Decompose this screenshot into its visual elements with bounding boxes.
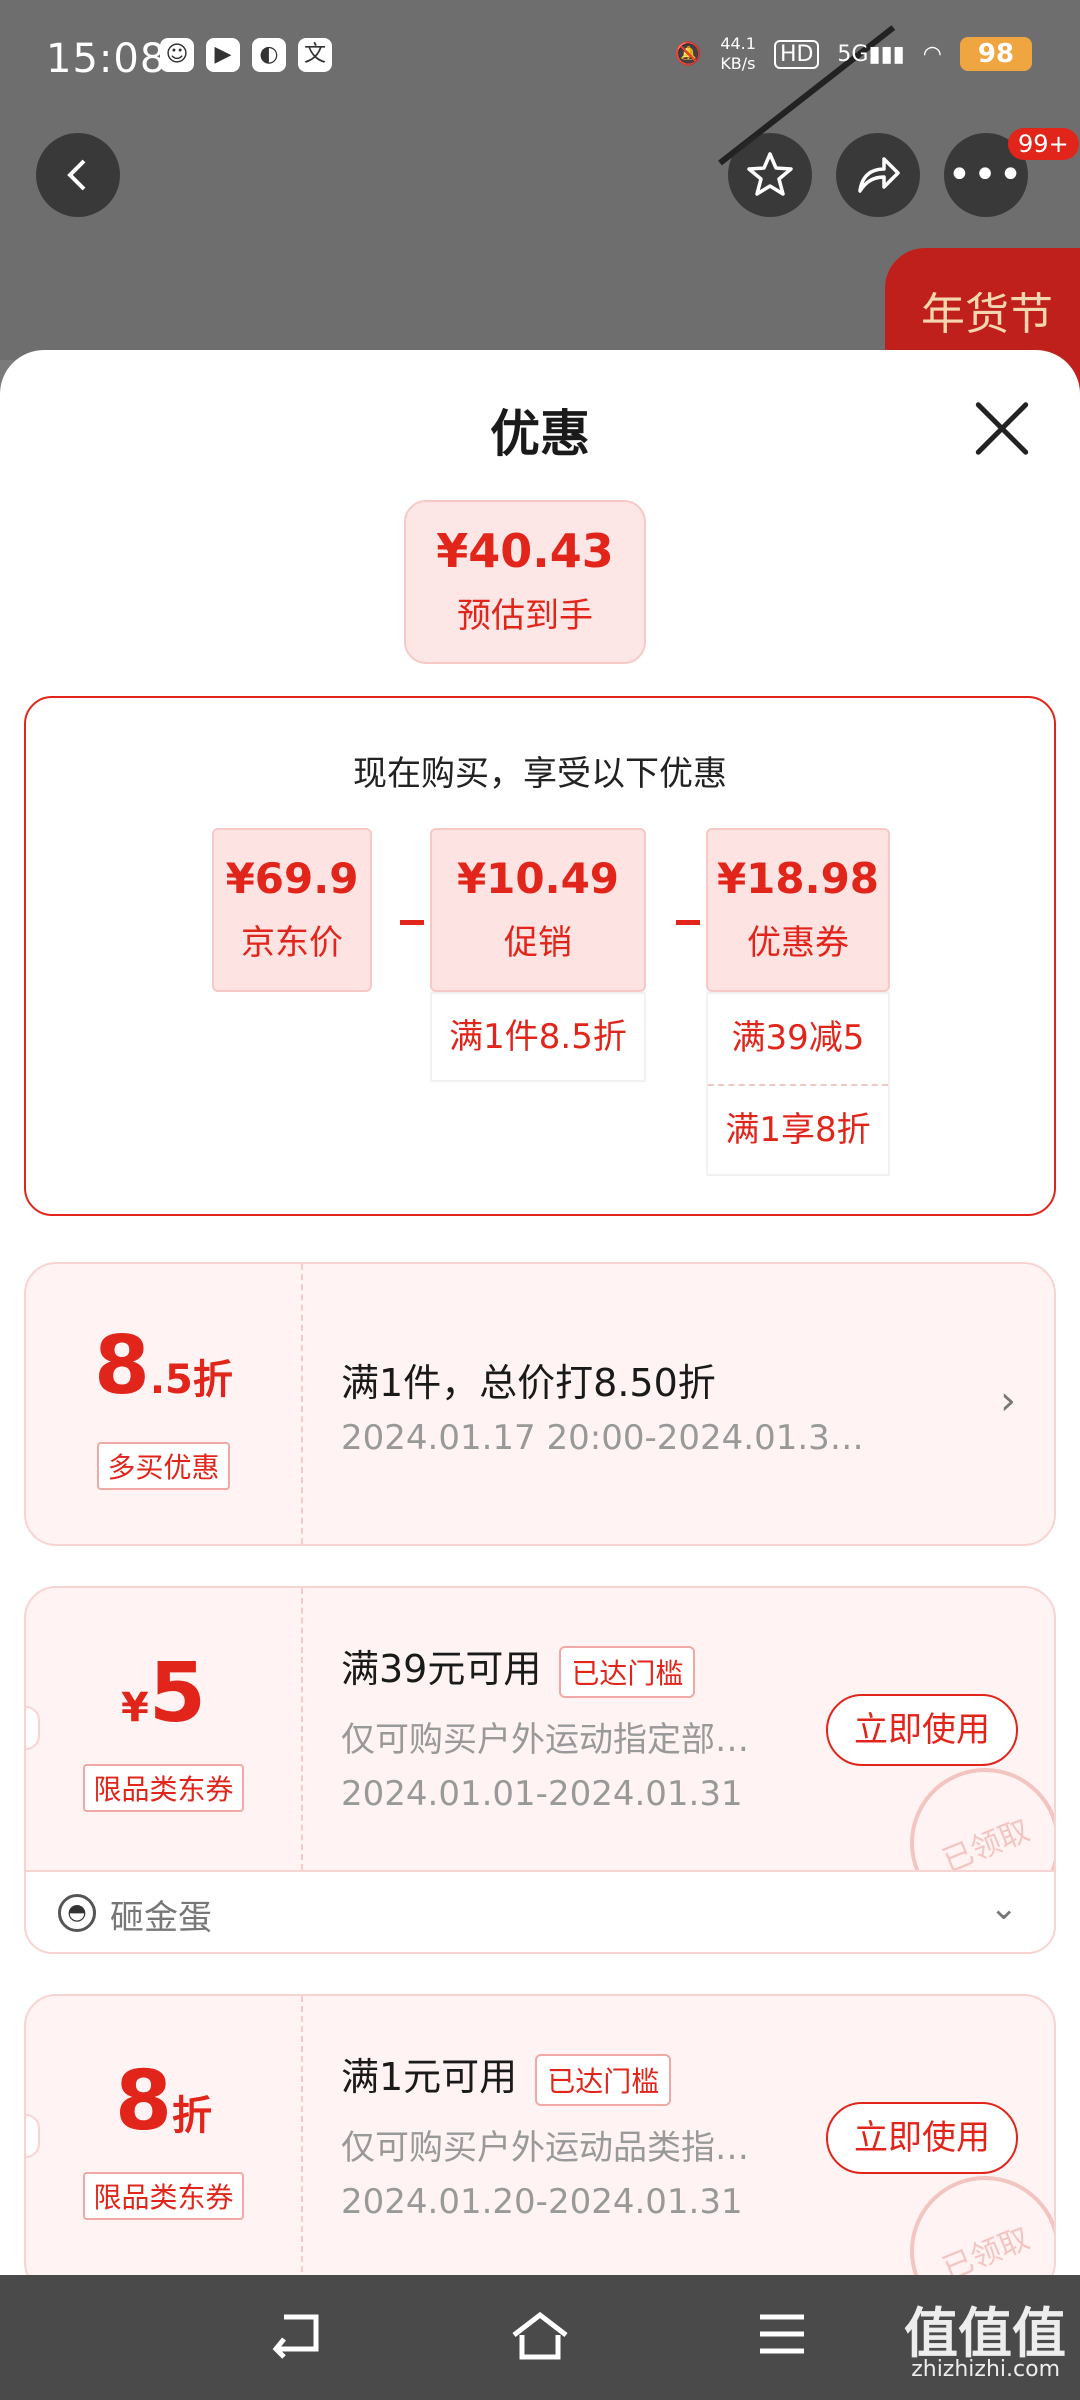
price-breakdown: 现在购买，享受以下优惠 ¥69.9 京东价 ¥10.49 促销 满1件8.5折 … (24, 696, 1056, 1216)
back-button[interactable] (36, 133, 120, 217)
coupon-validity: 2024.01.20-2024.01.31 (341, 2182, 743, 2222)
multi-buy-period: 2024.01.17 20:00-2024.01.3… (341, 1418, 864, 1458)
signal-icon: 5G▮▮▮ (837, 41, 905, 67)
network-speed: 44.1 KB/s (720, 34, 756, 73)
share-button[interactable] (836, 133, 920, 217)
coupon-detail: 满39减5 (731, 1018, 865, 1058)
coupon-card-8zhe: 8折 限品类东券 满1元可用 已达门槛 仅可购买户外运动品类指… 2024.01.… (24, 1994, 1056, 2275)
system-indicators: 🔕 44.1 KB/s HD 5G▮▮▮ ◠ 98 (675, 34, 1032, 74)
coupon-label: 优惠券 (747, 923, 849, 963)
coupon-amount: ¥5 (26, 1652, 301, 1758)
jd-price-value: ¥69.9 (225, 854, 359, 903)
message-badge: 99+ (1008, 128, 1079, 160)
coupon-threshold: 满1元可用 (341, 2055, 518, 2099)
coupon-details: 满39减5 满1享8折 (706, 992, 890, 1176)
multi-buy-value: 8.5折 多买优惠 (26, 1264, 301, 1544)
network-type: 5G (837, 41, 869, 67)
coupon-validity: 2024.01.01-2024.01.31 (341, 1774, 743, 1814)
coupon-card-5: ¥5 限品类东券 满39元可用 已达门槛 仅可购买户外运动指定部… 2024.01… (24, 1586, 1056, 1872)
translate-notification-icon: 文 (298, 38, 332, 72)
minus-sign (400, 920, 424, 925)
multi-buy-card[interactable]: 8.5折 多买优惠 满1件，总价打8.50折 2024.01.17 20:00-… (24, 1262, 1056, 1546)
coupon-value-area: ¥5 限品类东券 (26, 1588, 301, 1870)
golden-egg-row[interactable]: ◓ 砸金蛋 ⌄ (24, 1872, 1056, 1954)
system-nav-bar: 值值值 zhizhizhi.com (0, 2275, 1080, 2400)
estimated-price-box: ¥40.43 预估到手 (404, 500, 646, 664)
jd-price-label: 京东价 (241, 923, 343, 963)
threshold-reached-badge: 已达门槛 (535, 2053, 672, 2106)
return-icon (272, 2314, 319, 2359)
home-icon (512, 2311, 568, 2360)
notification-icons: ☺ ▶ ◐ 文 (160, 38, 332, 72)
use-now-button[interactable]: 立即使用 (826, 1694, 1018, 1766)
discount-amount: 8.5折 (26, 1326, 301, 1428)
golden-egg-label: 砸金蛋 (110, 1898, 212, 1938)
promotion-value: ¥10.49 (456, 854, 620, 903)
coupon-value: ¥18.98 (716, 854, 880, 903)
favorite-button[interactable] (728, 133, 812, 217)
discount-sheet: 优惠 ¥40.43 预估到手 现在购买，享受以下优惠 ¥69.9 京东价 ¥10… (0, 350, 1080, 2275)
watermark-url: zhizhizhi.com (911, 2357, 1060, 2382)
coupon-threshold: 满39元可用 (341, 1647, 542, 1691)
multi-buy-tag: 多买优惠 (97, 1442, 230, 1490)
battery-indicator: 98 (960, 37, 1032, 71)
status-time: 15:08 (46, 36, 167, 82)
menu-icon (760, 2314, 804, 2354)
promotion-box: ¥10.49 促销 (430, 828, 646, 992)
multi-buy-title: 满1件，总价打8.50折 (341, 1361, 716, 1405)
chevron-right-icon: › (1000, 1378, 1016, 1424)
close-icon[interactable] (972, 398, 1032, 458)
app-notification-icon: ☺ (160, 38, 194, 72)
video-notification-icon: ▶ (206, 38, 240, 72)
estimated-price-label: 预估到手 (457, 596, 593, 636)
currency-symbol: ¥ (121, 1685, 149, 1731)
estimated-price: ¥40.43 (436, 524, 614, 578)
minus-sign (676, 920, 700, 925)
chevron-left-icon (67, 159, 86, 191)
sheet-title: 优惠 (490, 405, 590, 463)
wifi-icon: ◠ (922, 41, 942, 67)
breakdown-title: 现在购买，享受以下优惠 (353, 754, 727, 794)
coupon-value-area: 8折 限品类东券 (26, 1996, 301, 2275)
mute-icon: 🔕 (674, 41, 703, 67)
discount-small: .5折 (149, 1357, 233, 1403)
status-bar: 15:08 ☺ ▶ ◐ 文 🔕 44.1 KB/s HD 5G▮▮▮ ◠ 98 (0, 0, 1080, 110)
app-notification-icon: ◐ (252, 38, 286, 72)
coupon-detail: 满1享8折 (708, 1084, 888, 1174)
threshold-reached-badge: 已达门槛 (559, 1645, 696, 1698)
coupon-type-tag: 限品类东券 (83, 1764, 244, 1812)
card-divider (301, 1996, 303, 2275)
jd-price-box: ¥69.9 京东价 (212, 828, 372, 992)
promo-banner-text: 年货节 (921, 289, 1053, 340)
coupon-amount-value: 8 (114, 2054, 173, 2149)
coupon-title-row: 满1元可用 已达门槛 (341, 2046, 672, 2106)
more-dots-icon: ••• (947, 152, 1025, 198)
coupon-scope: 仅可购买户外运动指定部… (341, 1720, 749, 1760)
hd-icon: HD (773, 39, 820, 69)
chevron-down-icon: ⌄ (989, 1888, 1019, 1928)
coupon-title-row: 满39元可用 已达门槛 (341, 1638, 696, 1698)
share-icon (858, 157, 900, 193)
coupon-type-tag: 限品类东券 (83, 2172, 244, 2220)
card-divider (301, 1264, 303, 1544)
discount-unit: 折 (172, 2093, 213, 2139)
use-now-button[interactable]: 立即使用 (826, 2102, 1018, 2174)
golden-egg-icon: ◓ (58, 1894, 96, 1932)
coupon-amount: 8折 (26, 2060, 301, 2166)
promotion-label: 促销 (504, 923, 572, 963)
coupon-box: ¥18.98 优惠券 (706, 828, 890, 992)
card-divider (301, 1588, 303, 1870)
coupon-scope: 仅可购买户外运动品类指… (341, 2128, 749, 2168)
star-icon (747, 152, 793, 196)
home-nav-icon[interactable] (508, 2309, 572, 2376)
promotion-detail: 满1件8.5折 (430, 992, 646, 1082)
coupon-amount-value: 5 (148, 1646, 206, 1741)
discount-big: 8 (94, 1319, 150, 1412)
back-nav-icon[interactable] (270, 2309, 330, 2372)
menu-nav-icon[interactable] (754, 2309, 810, 2372)
